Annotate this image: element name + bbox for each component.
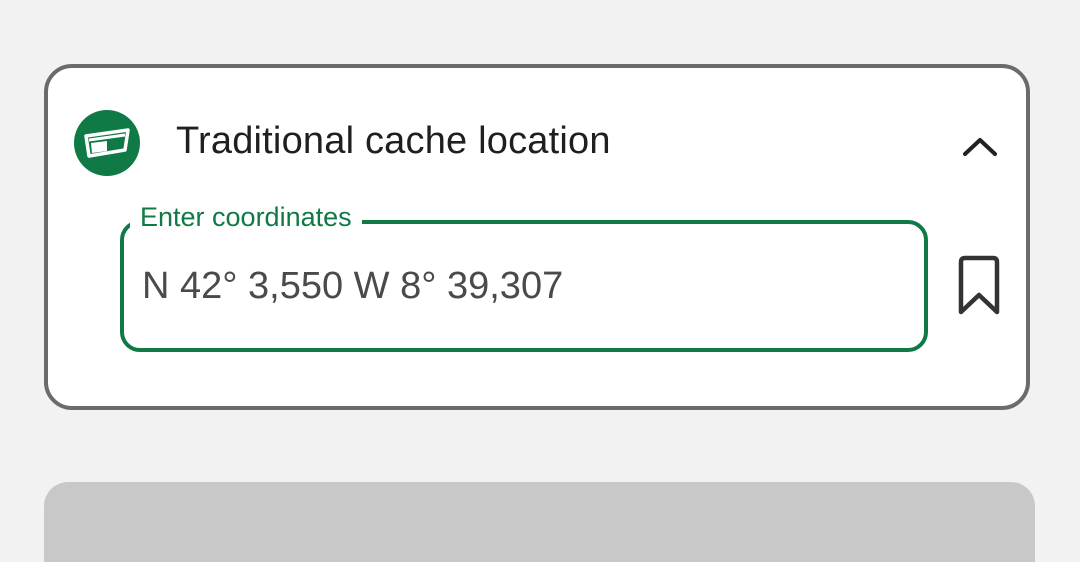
next-card (44, 482, 1035, 562)
coordinates-field[interactable]: Enter coordinates (120, 202, 928, 352)
chevron-up-icon (963, 138, 997, 156)
card-title: Traditional cache location (176, 120, 611, 162)
cache-location-card: Traditional cache location Enter coordin… (44, 64, 1030, 410)
coordinates-input[interactable] (142, 260, 902, 312)
bookmark-button[interactable] (954, 254, 1004, 318)
bookmark-icon (958, 255, 1000, 315)
coordinates-field-label: Enter coordinates (130, 202, 362, 233)
traditional-cache-icon (74, 110, 140, 176)
collapse-button[interactable] (958, 124, 1002, 168)
